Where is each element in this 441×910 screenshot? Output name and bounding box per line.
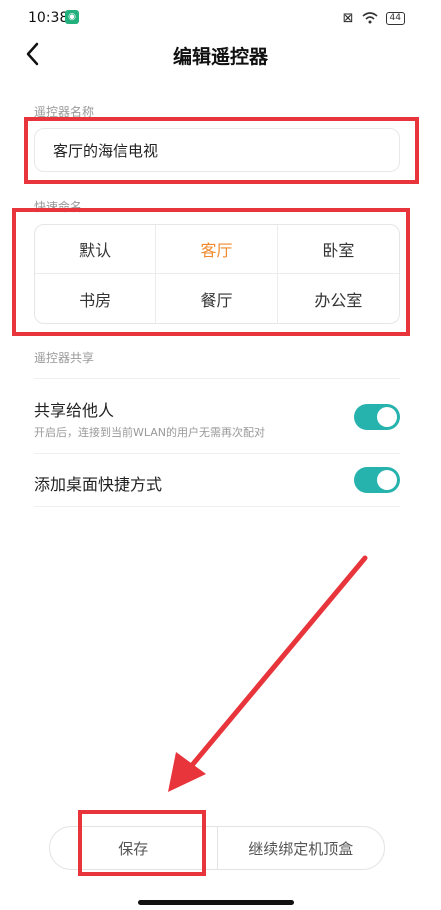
annotation-arrow-icon: [168, 555, 368, 792]
home-indicator[interactable]: [138, 900, 294, 905]
highlight-save-box: [78, 810, 206, 876]
continue-bind-stb-button[interactable]: 继续绑定机顶盒: [216, 827, 385, 869]
